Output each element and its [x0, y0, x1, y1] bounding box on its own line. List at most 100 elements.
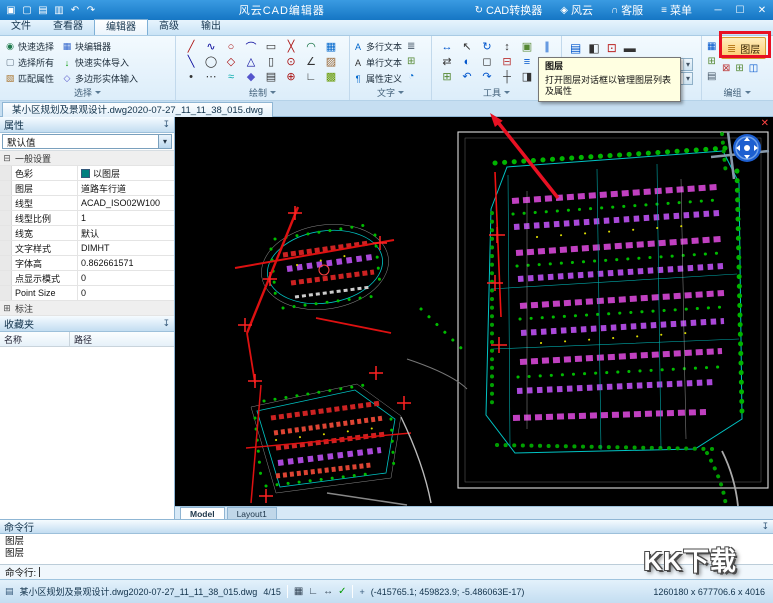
- group-label-text[interactable]: 文字: [350, 86, 431, 99]
- property-value[interactable]: 0: [78, 286, 174, 300]
- minimize-button[interactable]: ─: [707, 0, 729, 20]
- undo-icon[interactable]: ↶: [68, 5, 82, 16]
- text-table-icon[interactable]: ⊞: [407, 55, 415, 68]
- command-history[interactable]: 图层 图层: [0, 534, 773, 564]
- pin-icon[interactable]: ↧: [162, 318, 170, 329]
- group-manager-icon[interactable]: ▤: [707, 70, 716, 83]
- pin-icon[interactable]: ↧: [761, 521, 769, 532]
- spline-icon[interactable]: ∿: [201, 39, 221, 54]
- polygon-icon[interactable]: ◇: [221, 54, 241, 69]
- offset-icon[interactable]: ∥: [537, 39, 557, 54]
- point-icon[interactable]: •: [181, 69, 201, 84]
- maximize-button[interactable]: ☐: [729, 0, 751, 20]
- tab-advanced[interactable]: 高级: [148, 19, 190, 35]
- group-add-icon[interactable]: ⊞: [707, 55, 716, 68]
- grid-toggle-icon[interactable]: ▦: [294, 586, 303, 597]
- group-label-selection[interactable]: 选择: [0, 86, 175, 99]
- table-icon[interactable]: ▤: [261, 69, 281, 84]
- area-icon[interactable]: ▣: [517, 39, 537, 54]
- layer-button[interactable]: ≣ 图层: [721, 37, 766, 59]
- point-style-icon[interactable]: ⊙: [281, 54, 301, 69]
- match-properties-button[interactable]: ▧ 匹配属性: [2, 71, 57, 86]
- triangle-icon[interactable]: △: [241, 54, 261, 69]
- ray-icon[interactable]: ╲: [181, 54, 201, 69]
- layer-list-icon[interactable]: ▤: [570, 41, 581, 55]
- close-view-icon[interactable]: ✕: [761, 118, 769, 129]
- revcloud-icon[interactable]: ◠: [301, 39, 321, 54]
- tab-viewer[interactable]: 查看器: [42, 19, 94, 35]
- open-file-icon[interactable]: ▤: [36, 5, 50, 16]
- property-row-text-height[interactable]: 字体高 0.862661571: [0, 256, 174, 271]
- attribute-define-button[interactable]: ¶ 属性定义: [350, 71, 405, 86]
- new-file-icon[interactable]: ▢: [20, 5, 34, 16]
- menu-button[interactable]: ≡ 菜单: [652, 0, 701, 20]
- scale-icon[interactable]: ◻: [477, 54, 497, 69]
- array-icon[interactable]: ⊞: [437, 69, 457, 84]
- property-row-point-display-mode[interactable]: 点显示模式 0: [0, 271, 174, 286]
- property-row-linetype[interactable]: 线型 ACAD_ISO02W100: [0, 196, 174, 211]
- cad-converter-button[interactable]: ↻ CAD转换器: [466, 0, 552, 20]
- group-label-draw[interactable]: 绘制: [176, 86, 349, 99]
- tab-layout1[interactable]: Layout1: [227, 507, 277, 519]
- ungroup-icon[interactable]: ⊠: [722, 63, 730, 74]
- match-icon[interactable]: ≡: [517, 54, 537, 69]
- osnap-toggle-icon[interactable]: ✓: [338, 586, 346, 597]
- solid-icon[interactable]: ◆: [241, 69, 261, 84]
- group-label-group[interactable]: 编组: [702, 86, 772, 99]
- trim-icon[interactable]: ⊟: [497, 54, 517, 69]
- multipoint-icon[interactable]: ⋯: [201, 69, 221, 84]
- property-row-linetype-scale[interactable]: 线型比例 1: [0, 211, 174, 226]
- distance-icon[interactable]: ↔: [437, 39, 457, 54]
- property-value[interactable]: 1: [78, 211, 174, 225]
- color-control-icon[interactable]: ⊡: [607, 41, 617, 55]
- quick-select-button[interactable]: ◉ 快速选择: [2, 39, 57, 54]
- tab-editor[interactable]: 编辑器: [94, 19, 148, 35]
- shade-icon[interactable]: ◐: [457, 54, 477, 69]
- wipeout-icon[interactable]: ▩: [321, 69, 341, 84]
- save-icon[interactable]: ▥: [52, 5, 66, 16]
- property-value[interactable]: DIMHT: [78, 241, 174, 255]
- group-edit-icon[interactable]: ⊞: [735, 63, 743, 74]
- circle-icon[interactable]: ○: [221, 39, 241, 54]
- text-style-icon[interactable]: ◔: [407, 70, 415, 83]
- polygon-entity-input-button[interactable]: ◇ 多边形实体输入: [59, 71, 141, 86]
- tab-output[interactable]: 输出: [190, 19, 232, 35]
- property-value[interactable]: 0: [78, 271, 174, 285]
- group-create-icon[interactable]: ▦: [707, 40, 716, 53]
- stretch-icon[interactable]: ↕: [497, 39, 517, 54]
- wave-icon[interactable]: ≈: [221, 69, 241, 84]
- undo-tool-icon[interactable]: ↶: [457, 69, 477, 84]
- expand-icon[interactable]: ⊞: [2, 303, 12, 314]
- document-tab[interactable]: 某小区规划及景观设计.dwg2020-07-27_11_11_38_015.dw…: [2, 102, 273, 117]
- linetype-control-icon[interactable]: ▬: [624, 41, 636, 55]
- property-preset-select[interactable]: 默认值 ▾: [2, 134, 172, 149]
- redo-tool-icon[interactable]: ↷: [477, 69, 497, 84]
- mirror-icon[interactable]: ⇄: [437, 54, 457, 69]
- section-general-settings[interactable]: ⊟ 一般设置: [0, 151, 174, 166]
- block-editor-button[interactable]: ▦ 块编辑器: [59, 39, 141, 54]
- hatch-icon[interactable]: ▦: [321, 39, 341, 54]
- xline-icon[interactable]: ╳: [281, 39, 301, 54]
- select-all-button[interactable]: ▢ 选择所有: [2, 55, 57, 70]
- property-row-color[interactable]: 色彩 以图层: [0, 166, 174, 181]
- snap-toggle-icon[interactable]: ↔: [323, 586, 333, 597]
- cad-drawing-canvas[interactable]: ✕: [175, 117, 773, 506]
- favorites-list[interactable]: [0, 347, 174, 519]
- collapse-icon[interactable]: ⊟: [2, 153, 12, 164]
- mtext-button[interactable]: A 多行文本: [350, 39, 405, 54]
- property-value[interactable]: 默认: [78, 226, 174, 240]
- tab-file[interactable]: 文件: [0, 19, 42, 35]
- property-value[interactable]: 0.862661571: [78, 256, 174, 270]
- rotate-icon[interactable]: ↻: [477, 39, 497, 54]
- property-value[interactable]: 道路车行道: [78, 181, 174, 195]
- property-row-point-size[interactable]: Point Size 0: [0, 286, 174, 301]
- donut-icon[interactable]: ◯: [201, 54, 221, 69]
- brand-button[interactable]: ◈ 风云: [551, 0, 602, 20]
- pan-navigation-widget[interactable]: [732, 133, 762, 163]
- tab-model[interactable]: Model: [180, 507, 225, 519]
- app-icon[interactable]: ▣: [4, 5, 18, 16]
- perpendicular-icon[interactable]: ∟: [301, 69, 321, 84]
- customer-service-button[interactable]: ∩ 客服: [602, 0, 652, 20]
- single-text-button[interactable]: A 单行文本: [350, 55, 405, 70]
- quick-entity-import-button[interactable]: ↓ 快速实体导入: [59, 55, 141, 70]
